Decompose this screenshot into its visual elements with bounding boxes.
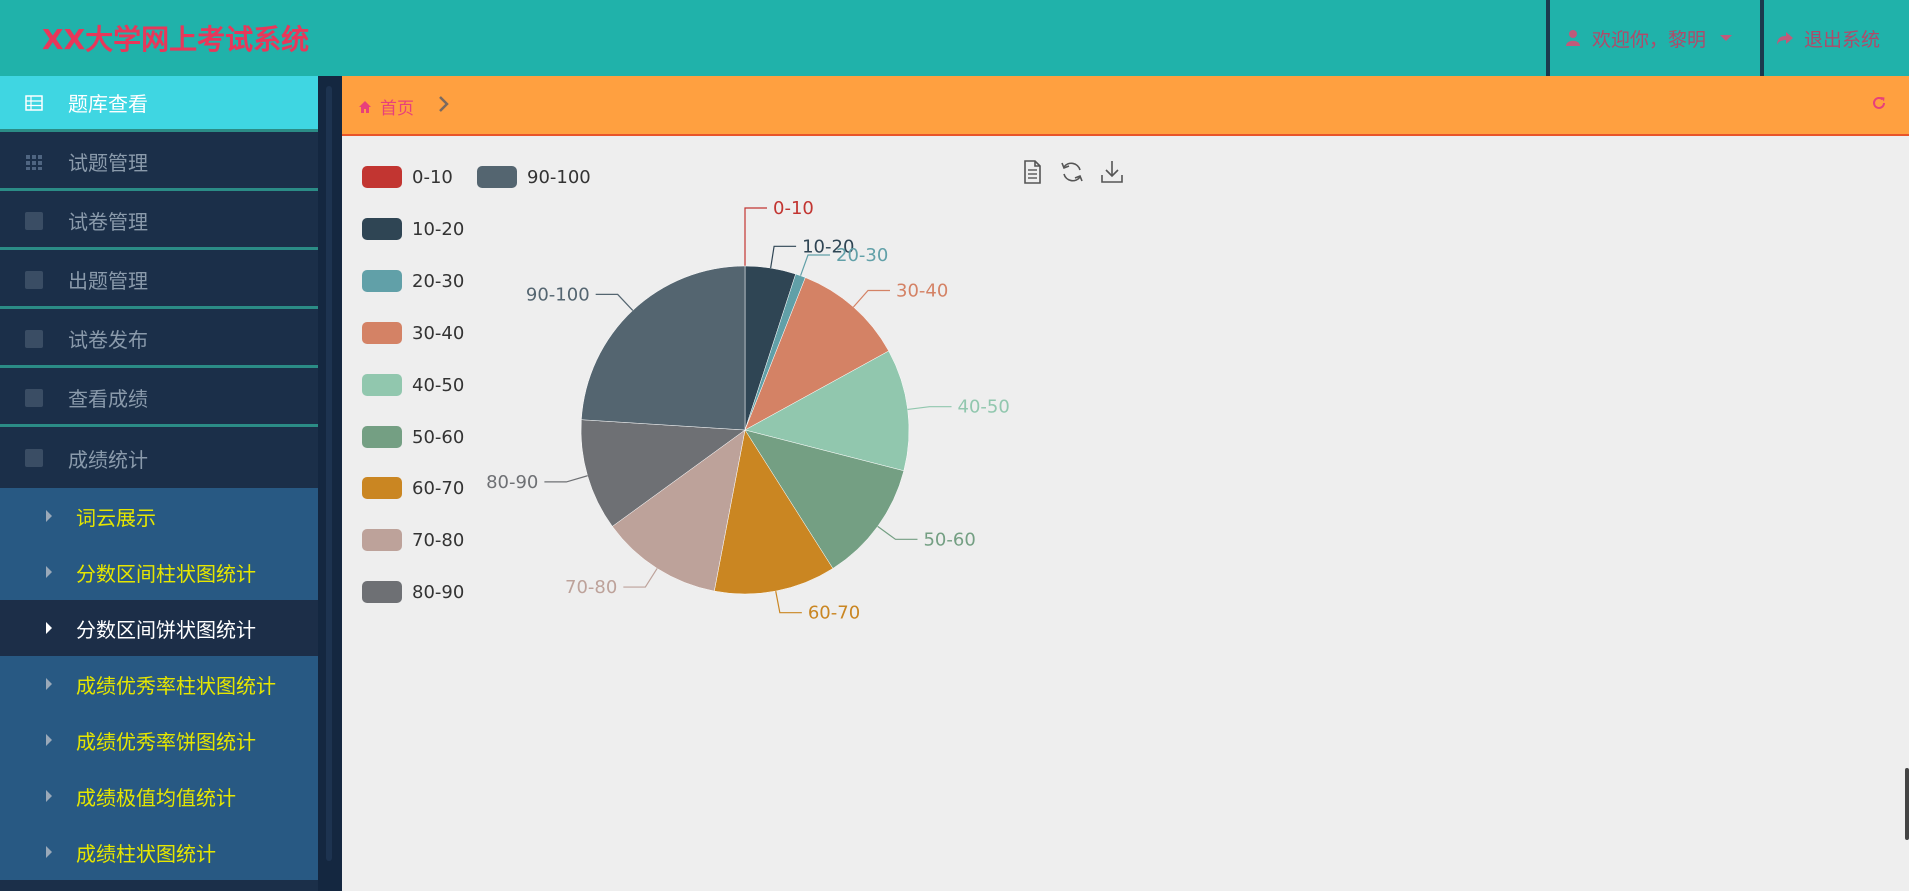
pie-slice-label: 70-80: [565, 577, 617, 598]
sidebar-item-score-stats[interactable]: 成绩统计: [0, 430, 318, 486]
pie-label-line: [770, 245, 797, 269]
caret-right-icon: [46, 734, 52, 746]
sidebar-item-label: 查看成绩: [68, 387, 148, 411]
sidebar-item-question-bank[interactable]: 题库查看: [0, 76, 318, 132]
pie-slice-label: 0-10: [773, 198, 814, 219]
pie-slice-label: 80-90: [486, 472, 538, 493]
sidebar-item-view-scores[interactable]: 查看成绩: [0, 371, 318, 427]
pie-label-line: [744, 207, 767, 266]
sidebar: 题库查看 试题管理 试卷管理 出题管理 试卷发布 查看成绩 成绩统计 词云展示 …: [0, 76, 318, 891]
caret-right-icon: [46, 510, 52, 522]
subitem-label: 词云展示: [76, 505, 156, 530]
caret-right-icon: [46, 790, 52, 802]
breadcrumb-home[interactable]: 首页: [358, 94, 414, 119]
subitem-excellence-bar-chart[interactable]: 成绩优秀率柱状图统计: [0, 656, 318, 712]
sidebar-item-label: 试卷管理: [68, 210, 148, 234]
sidebar-item-question-manage[interactable]: 试题管理: [0, 135, 318, 191]
pie-label-line: [799, 254, 831, 276]
pie-slice[interactable]: [581, 265, 746, 431]
sidebar-item-publish-paper[interactable]: 试卷发布: [0, 312, 318, 368]
top-header: XX大学网上考试系统 欢迎你，黎明 退出系统: [0, 0, 1909, 76]
subitem-label: 分数区间柱状图统计: [76, 561, 256, 586]
sidebar-item-label: 题库查看: [68, 92, 148, 116]
pie-label-line: [623, 568, 658, 588]
subitem-score-bar-chart[interactable]: 成绩柱状图统计: [0, 824, 318, 880]
subitem-extreme-mean[interactable]: 成绩极值均值统计: [0, 768, 318, 824]
caret-right-icon: [46, 622, 52, 634]
square-icon: [25, 270, 43, 289]
app-title: XX大学网上考试系统: [42, 23, 310, 56]
pie-slice-label: 40-50: [958, 397, 1010, 418]
sidebar-item-paper-manage[interactable]: 试卷管理: [0, 194, 318, 250]
subitem-word-cloud[interactable]: 词云展示: [0, 488, 318, 544]
sidebar-item-label: 试卷发布: [68, 328, 148, 352]
user-menu[interactable]: 欢迎你，黎明: [1550, 0, 1760, 76]
chevron-right-icon: [438, 94, 450, 118]
sidebar-item-label: 成绩统计: [68, 447, 148, 472]
caret-right-icon: [46, 566, 52, 578]
pie-label-line: [877, 525, 918, 540]
subitem-label: 成绩优秀率饼图统计: [76, 729, 256, 754]
logout-label: 退出系统: [1804, 28, 1881, 51]
sidebar-item-label: 出题管理: [68, 269, 148, 293]
pie-slice-label: 50-60: [923, 529, 975, 550]
user-icon: [1566, 30, 1580, 46]
pie-slice-label: 90-100: [526, 284, 590, 305]
pie-label-line: [595, 293, 634, 311]
subitem-excellence-pie-chart[interactable]: 成绩优秀率饼图统计: [0, 712, 318, 768]
pie-label-line: [907, 406, 952, 411]
pie-chart-panel: 0-10 90-100 10-20 20-30 30-40 40-50 50-60 60-70…: [342, 138, 1909, 891]
breadcrumb-home-label: 首页: [380, 99, 414, 119]
square-icon: [25, 329, 43, 348]
pie-slice-label: 20-30: [836, 245, 888, 266]
pie-chart: 0-1010-2020-3030-4040-5050-6060-7070-808…: [486, 198, 1010, 624]
sidebar-item-label: 试题管理: [68, 151, 148, 175]
square-icon: [25, 449, 43, 467]
grid-icon: [26, 154, 42, 170]
subitem-label: 成绩优秀率柱状图统计: [76, 673, 276, 698]
sidebar-item-make-questions[interactable]: 出题管理: [0, 253, 318, 309]
logout-button[interactable]: 退出系统: [1764, 0, 1909, 76]
subitem-range-bar-chart[interactable]: 分数区间柱状图统计: [0, 544, 318, 600]
pie-label-line: [544, 475, 588, 483]
share-icon: [1777, 32, 1793, 45]
pie-slice-label: 60-70: [808, 603, 860, 624]
subitem-label: 分数区间饼状图统计: [76, 617, 256, 642]
pie-label-line: [775, 590, 802, 614]
square-icon: [25, 211, 43, 230]
pie-slice-label: 30-40: [896, 280, 948, 301]
pie-label-line: [853, 289, 891, 308]
sidebar-scroll-thumb[interactable]: [326, 86, 332, 861]
chevron-down-icon: [1720, 35, 1733, 41]
subitem-range-pie-chart[interactable]: 分数区间饼状图统计: [0, 600, 318, 656]
caret-right-icon: [46, 678, 52, 690]
home-icon: [359, 100, 371, 113]
refresh-icon[interactable]: [1871, 94, 1887, 116]
breadcrumb: 首页: [342, 76, 1909, 136]
square-icon: [25, 388, 43, 407]
subitem-label: 成绩极值均值统计: [76, 785, 236, 810]
caret-right-icon: [46, 846, 52, 858]
page-scrollbar[interactable]: [1905, 768, 1909, 840]
subitem-label: 成绩柱状图统计: [76, 841, 216, 866]
table-icon: [25, 94, 43, 111]
user-greeting: 欢迎你，黎明: [1592, 28, 1707, 51]
